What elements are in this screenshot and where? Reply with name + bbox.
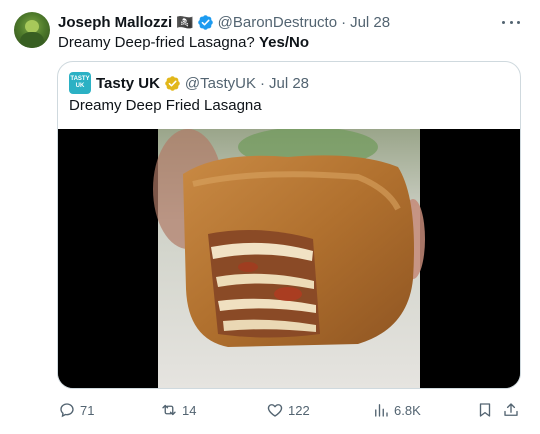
tweet-timestamp[interactable]: Jul 28 [350,14,390,31]
tweet-text-main: Dreamy Deep-fried Lasagna? [58,34,255,51]
more-dot [517,20,520,24]
quoted-timestamp[interactable]: Jul 28 [269,75,309,92]
tweet-header: Joseph Mallozzi 🏴‍☠️ @BaronDestructo · J… [58,12,390,32]
tweet-text-bold: Yes/No [258,34,309,51]
quoted-tweet-card[interactable]: TASTY UK Tasty UK @TastyUK · Jul 28 Drea… [57,61,521,389]
views-count: 6.8K [394,402,421,418]
tweet-text: Dreamy Deep-fried Lasagna? Yes/No [58,33,309,53]
video-thumbnail[interactable] [58,129,520,388]
views-button[interactable]: 6.8K [372,400,421,420]
author-avatar[interactable] [14,12,50,48]
more-options-icon[interactable] [502,14,520,30]
share-icon [504,403,518,416]
lasagna-image [58,129,520,388]
share-button[interactable] [502,400,524,420]
gold-verified-badge-icon [164,75,181,92]
repost-count: 14 [182,402,197,418]
repost-icon [162,404,176,416]
quoted-tweet-header: Tasty UK @TastyUK · Jul 28 [96,73,309,93]
author-name[interactable]: Joseph Mallozzi [58,14,172,31]
bookmark-button[interactable] [476,400,498,420]
views-chart-icon [375,404,388,417]
like-count: 122 [288,402,310,418]
more-dot [502,20,505,24]
reply-icon [60,403,74,418]
verified-badge-icon [197,14,214,31]
reply-button[interactable]: 71 [58,400,94,420]
repost-button[interactable]: 14 [160,400,196,420]
quoted-author-handle[interactable]: @TastyUK [185,75,256,92]
like-button[interactable]: 122 [266,400,310,420]
bookmark-icon [479,403,491,417]
reply-count: 71 [80,402,95,418]
quoted-author-avatar[interactable]: TASTY UK [69,72,91,94]
separator-dot: · [259,74,265,92]
more-dot [509,20,513,24]
action-bar: 71 14 122 6.8K [58,400,520,420]
heart-icon [267,404,283,417]
author-handle[interactable]: @BaronDestructo [218,14,337,31]
quoted-tweet-text: Dreamy Deep Fried Lasagna [69,97,262,114]
pirate-flag-icon: 🏴‍☠️ [176,14,194,30]
avatar-figure-body [20,32,44,48]
quoted-author-name[interactable]: Tasty UK [96,75,160,92]
separator-dot: · [341,13,347,31]
